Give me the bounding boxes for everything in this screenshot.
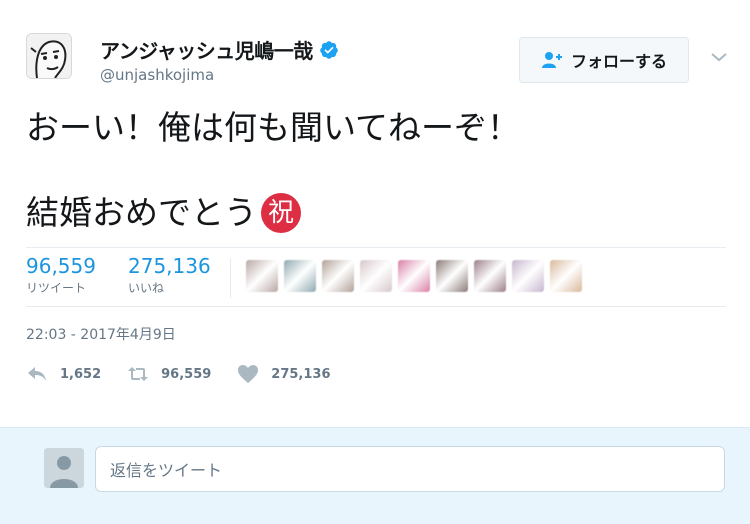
display-name[interactable]: アンジャッシュ児嶋一哉: [100, 35, 313, 64]
liker-avatar[interactable]: [246, 260, 278, 292]
retweet-action[interactable]: 96,559: [127, 364, 211, 384]
follow-button[interactable]: フォローする: [519, 37, 689, 83]
reply-input[interactable]: 返信をツイート: [95, 446, 725, 492]
name-row: アンジャッシュ児嶋一哉: [100, 35, 339, 64]
like-stat-count: 275,136: [128, 254, 211, 278]
retweet-count: 96,559: [161, 366, 212, 382]
like-count: 275,136: [271, 366, 331, 382]
like-action[interactable]: 275,136: [237, 364, 331, 384]
reply-action[interactable]: 1,652: [26, 364, 101, 384]
tweet-text-line1: おーい！俺は何も聞いてねーぞ！: [26, 108, 521, 147]
like-stat[interactable]: 275,136 いいね: [128, 254, 211, 296]
tweet-stats: 96,559 リツイート 275,136 いいね: [26, 247, 726, 307]
tweet-header: アンジャッシュ児嶋一哉 @unjashkojima フォローする: [26, 33, 736, 93]
reply-input-placeholder: 返信をツイート: [110, 461, 223, 480]
stats-divider: [230, 258, 231, 298]
tweet-timestamp[interactable]: 22:03 - 2017年4月9日: [26, 324, 176, 344]
verified-badge-icon: [319, 40, 338, 59]
liker-avatars: [246, 260, 582, 292]
liker-avatar[interactable]: [284, 260, 316, 292]
follow-button-label: フォローする: [570, 52, 667, 71]
reply-icon: [28, 367, 46, 381]
reply-area: 返信をツイート: [0, 427, 750, 524]
retweet-icon: [128, 367, 149, 381]
retweet-stat-label: リツイート: [26, 281, 87, 295]
retweet-stat[interactable]: 96,559 リツイート: [26, 254, 96, 296]
retweet-stat-count: 96,559: [26, 254, 96, 278]
user-avatar[interactable]: [26, 33, 72, 79]
liker-avatar[interactable]: [474, 260, 506, 292]
tweet-actions: 1,652 96,559 275,136: [26, 364, 357, 384]
liker-avatar[interactable]: [322, 260, 354, 292]
liker-avatar[interactable]: [512, 260, 544, 292]
liker-avatar[interactable]: [360, 260, 392, 292]
tweet-text-line2: 結婚おめでとう: [26, 193, 257, 232]
celebration-emoji-icon: 祝: [261, 193, 301, 233]
chevron-down-icon[interactable]: [710, 51, 728, 63]
user-handle[interactable]: @unjashkojima: [100, 66, 214, 84]
heart-icon: [238, 365, 259, 383]
reply-count: 1,652: [60, 366, 102, 382]
tweet-text-line2-row: 結婚おめでとう 祝: [26, 191, 301, 235]
liker-avatar[interactable]: [550, 260, 582, 292]
liker-avatar[interactable]: [436, 260, 468, 292]
current-user-avatar: [44, 448, 84, 488]
add-user-icon: [541, 52, 562, 68]
like-stat-label: いいね: [128, 281, 165, 295]
liker-avatar[interactable]: [398, 260, 430, 292]
